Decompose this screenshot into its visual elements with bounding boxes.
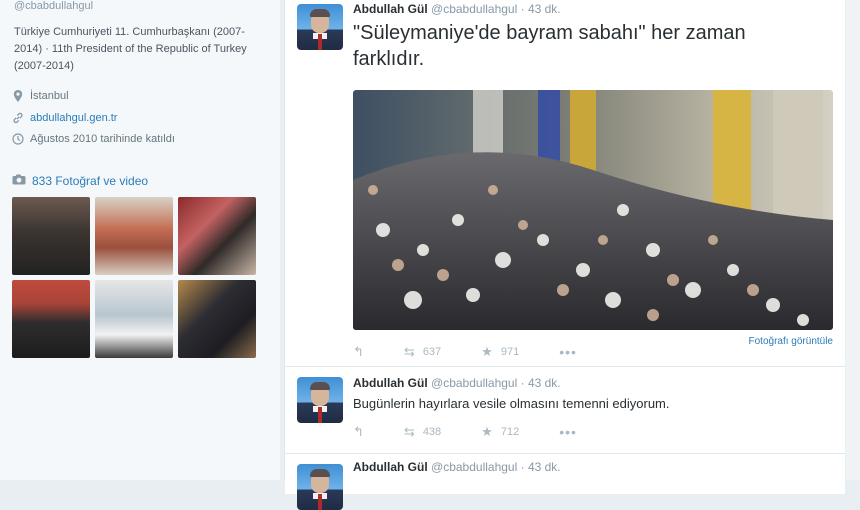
link-icon [12, 112, 24, 124]
reply-icon: ↰ [353, 344, 364, 359]
photo-thumbnail[interactable] [12, 197, 90, 275]
view-photo-link[interactable]: Fotoğrafı görüntüle [749, 336, 834, 347]
tweet-time[interactable]: · 43 dk. [521, 376, 561, 390]
location-text: İstanbul [30, 90, 69, 102]
star-icon: ★ [481, 344, 493, 359]
like-button[interactable]: ★ 971 [481, 344, 519, 360]
like-button[interactable]: ★ 712 [481, 424, 519, 440]
tweet-actions: ↰ ⇆ 438 ★ 712 ••• [353, 424, 617, 440]
location-pin-icon [12, 90, 24, 102]
photo-grid [12, 197, 260, 358]
tweet-actions: ↰ ⇆ 637 ★ 971 ••• [353, 344, 617, 360]
tweet[interactable]: Abdullah Gül @cbabdullahgul · 43 dk. Bug… [285, 367, 845, 454]
website-link[interactable]: abdullahgul.gen.tr [30, 112, 117, 124]
profile-website: abdullahgul.gen.tr [12, 112, 117, 124]
calendar-icon [12, 133, 24, 145]
tweet-photo[interactable] [353, 90, 833, 330]
tweet-author-name[interactable]: Abdullah Gül [353, 460, 428, 474]
photo-thumbnail[interactable] [95, 280, 173, 358]
retweet-count: 438 [422, 426, 442, 438]
retweet-icon: ⇆ [403, 344, 415, 359]
retweet-icon: ⇆ [403, 424, 415, 439]
tweet-time[interactable]: · 43 dk. [521, 460, 561, 474]
more-icon: ••• [559, 424, 577, 440]
reply-icon: ↰ [353, 424, 364, 439]
profile-location: İstanbul [12, 90, 69, 102]
retweet-count: 637 [422, 346, 442, 358]
retweet-button[interactable]: ⇆ 438 [404, 424, 441, 440]
photo-thumbnail[interactable] [178, 280, 256, 358]
reply-button[interactable]: ↰ [353, 424, 364, 440]
tweet-time[interactable]: · 43 dk. [521, 2, 561, 16]
avatar[interactable] [297, 464, 343, 510]
tweet[interactable]: Abdullah Gül @cbabdullahgul · 43 dk. [285, 454, 845, 510]
avatar[interactable] [297, 4, 343, 50]
tweet-header: Abdullah Gül @cbabdullahgul · 43 dk. [353, 376, 561, 390]
photos-videos-link[interactable]: 833 Fotoğraf ve video [12, 174, 148, 188]
joined-text: Ağustos 2010 tarihinde katıldı [30, 133, 175, 145]
profile-bio: Türkiye Cumhuriyeti 11. Cumhurbaşkanı (2… [14, 26, 247, 72]
like-count: 712 [500, 426, 520, 438]
camera-icon [12, 174, 26, 188]
more-icon: ••• [559, 344, 577, 360]
profile-sidebar: @cbabdullahgul Türkiye Cumhuriyeti 11. C… [0, 0, 280, 480]
photo-thumbnail[interactable] [12, 280, 90, 358]
more-button[interactable]: ••• [559, 424, 577, 440]
like-count: 971 [500, 346, 520, 358]
scrollbar[interactable] [846, 0, 860, 480]
tweet-author-handle[interactable]: @cbabdullahgul [431, 460, 517, 474]
avatar[interactable] [297, 377, 343, 423]
tweet-author-handle[interactable]: @cbabdullahgul [431, 2, 517, 16]
tweet-author-handle[interactable]: @cbabdullahgul [431, 376, 517, 390]
tweet-text: "Süleymaniye'de bayram sabahı" her zaman… [353, 22, 746, 70]
tweet[interactable]: Abdullah Gül @cbabdullahgul · 43 dk. "Sü… [285, 0, 845, 367]
star-icon: ★ [481, 424, 493, 439]
profile-joined: Ağustos 2010 tarihinde katıldı [12, 133, 175, 145]
tweet-text: Bugünlerin hayırlara vesile olmasını tem… [353, 396, 670, 411]
photos-label: 833 Fotoğraf ve video [32, 174, 149, 188]
retweet-button[interactable]: ⇆ 637 [404, 344, 441, 360]
profile-handle: @cbabdullahgul [14, 0, 94, 12]
tweet-author-name[interactable]: Abdullah Gül [353, 376, 428, 390]
more-button[interactable]: ••• [559, 344, 577, 360]
photo-thumbnail[interactable] [178, 197, 256, 275]
tweet-header: Abdullah Gül @cbabdullahgul · 43 dk. [353, 460, 561, 474]
photo-thumbnail[interactable] [95, 197, 173, 275]
reply-button[interactable]: ↰ [353, 344, 364, 360]
timeline: Abdullah Gül @cbabdullahgul · 43 dk. "Sü… [284, 0, 845, 510]
tweet-author-name[interactable]: Abdullah Gül [353, 2, 428, 16]
tweet-header: Abdullah Gül @cbabdullahgul · 43 dk. [353, 2, 561, 16]
